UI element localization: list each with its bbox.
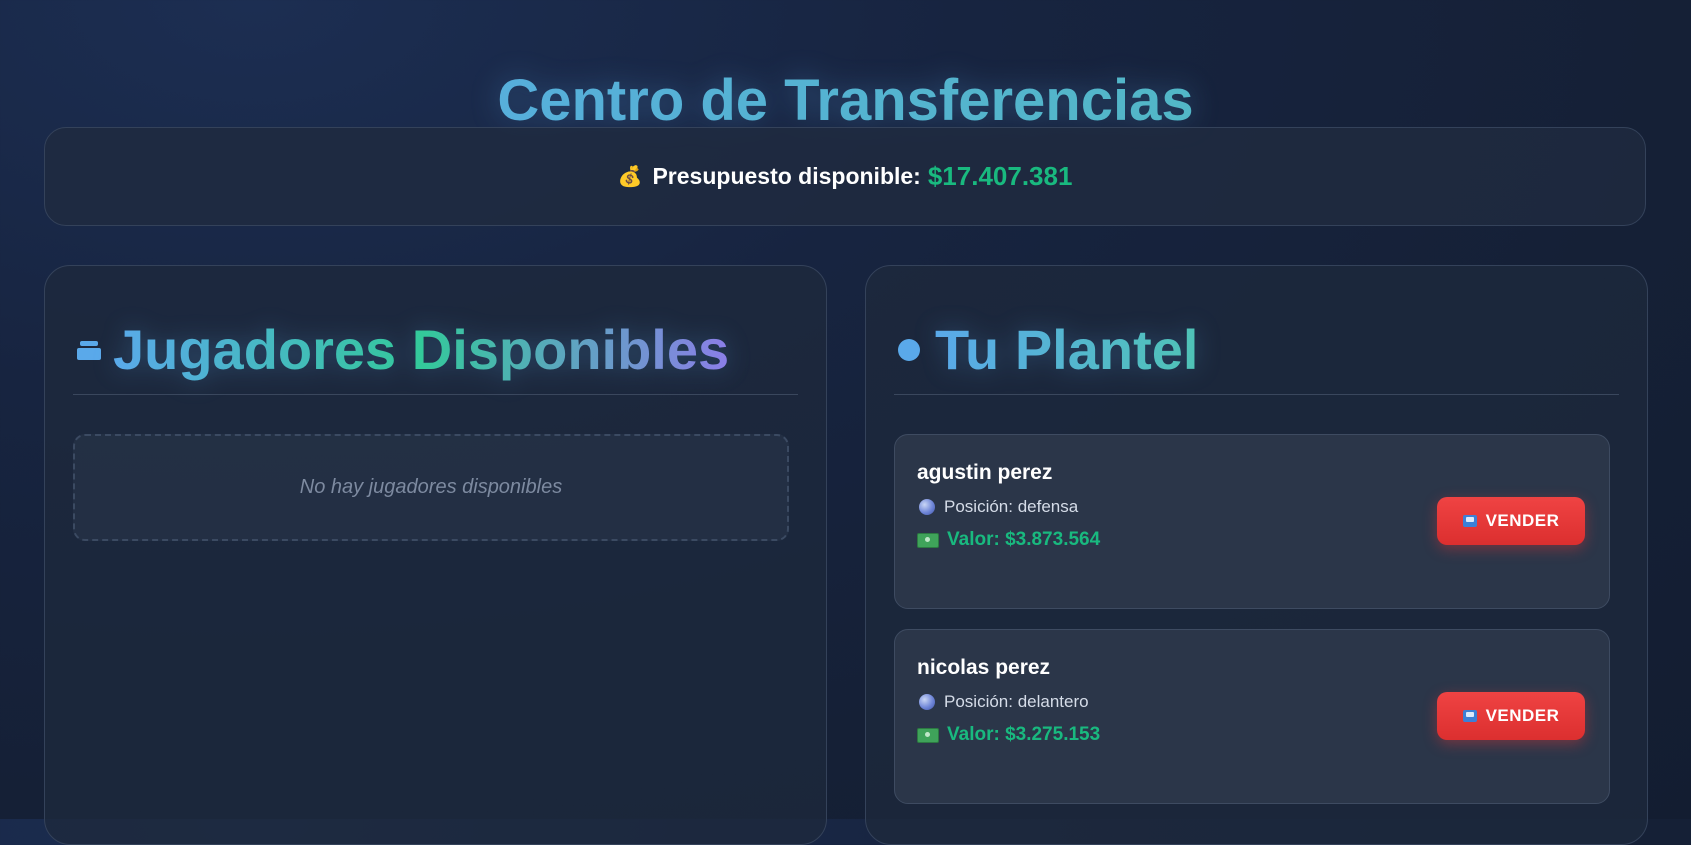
available-players-header: Jugadores Disponibles bbox=[73, 306, 798, 395]
player-value-text: Valor: $3.275.153 bbox=[947, 724, 1101, 745]
player-position-text: Posición: defensa bbox=[944, 497, 1079, 516]
player-name: agustin perez bbox=[917, 461, 1053, 484]
empty-players-message: No hay jugadores disponibles bbox=[73, 434, 789, 541]
player-value: Valor: $3.275.153 bbox=[917, 724, 1100, 746]
box-icon bbox=[77, 339, 101, 361]
inbox-tray-icon bbox=[1462, 710, 1477, 722]
player-position-text: Posición: delantero bbox=[944, 692, 1089, 711]
sell-button-label: VENDER bbox=[1485, 706, 1560, 725]
player-card: nicolas perez Posición: delantero Valor:… bbox=[894, 629, 1610, 804]
player-position: Posición: delantero bbox=[917, 692, 1089, 712]
cash-icon bbox=[917, 727, 939, 743]
sell-button[interactable]: VENDER bbox=[1437, 692, 1585, 740]
squad-panel: Tu Plantel agustin perez Posición: defen… bbox=[865, 265, 1648, 845]
budget-label: Presupuesto disponible: bbox=[652, 163, 921, 189]
inbox-tray-icon bbox=[1462, 515, 1477, 527]
sell-button[interactable]: VENDER bbox=[1437, 497, 1585, 545]
player-position: Posición: defensa bbox=[917, 497, 1078, 517]
squad-title: Tu Plantel bbox=[935, 315, 1198, 385]
budget-amount: $17.407.381 bbox=[927, 161, 1073, 191]
money-bag-icon: 💰 bbox=[617, 166, 643, 188]
player-value: Valor: $3.873.564 bbox=[917, 529, 1100, 551]
budget-card: 💰 Presupuesto disponible: $17.407.381 bbox=[44, 127, 1646, 226]
squad-header: Tu Plantel bbox=[894, 306, 1619, 395]
available-players-panel: Jugadores Disponibles No hay jugadores d… bbox=[44, 265, 827, 845]
player-card: agustin perez Posición: defensa Valor: $… bbox=[894, 434, 1610, 609]
soccer-ball-icon bbox=[919, 694, 935, 710]
player-value-text: Valor: $3.873.564 bbox=[947, 529, 1101, 550]
available-players-title: Jugadores Disponibles bbox=[113, 315, 729, 385]
sell-button-label: VENDER bbox=[1485, 511, 1560, 530]
soccer-ball-icon bbox=[919, 499, 935, 515]
player-name: nicolas perez bbox=[917, 656, 1051, 679]
dot-icon bbox=[898, 339, 920, 361]
cash-icon bbox=[917, 532, 939, 548]
